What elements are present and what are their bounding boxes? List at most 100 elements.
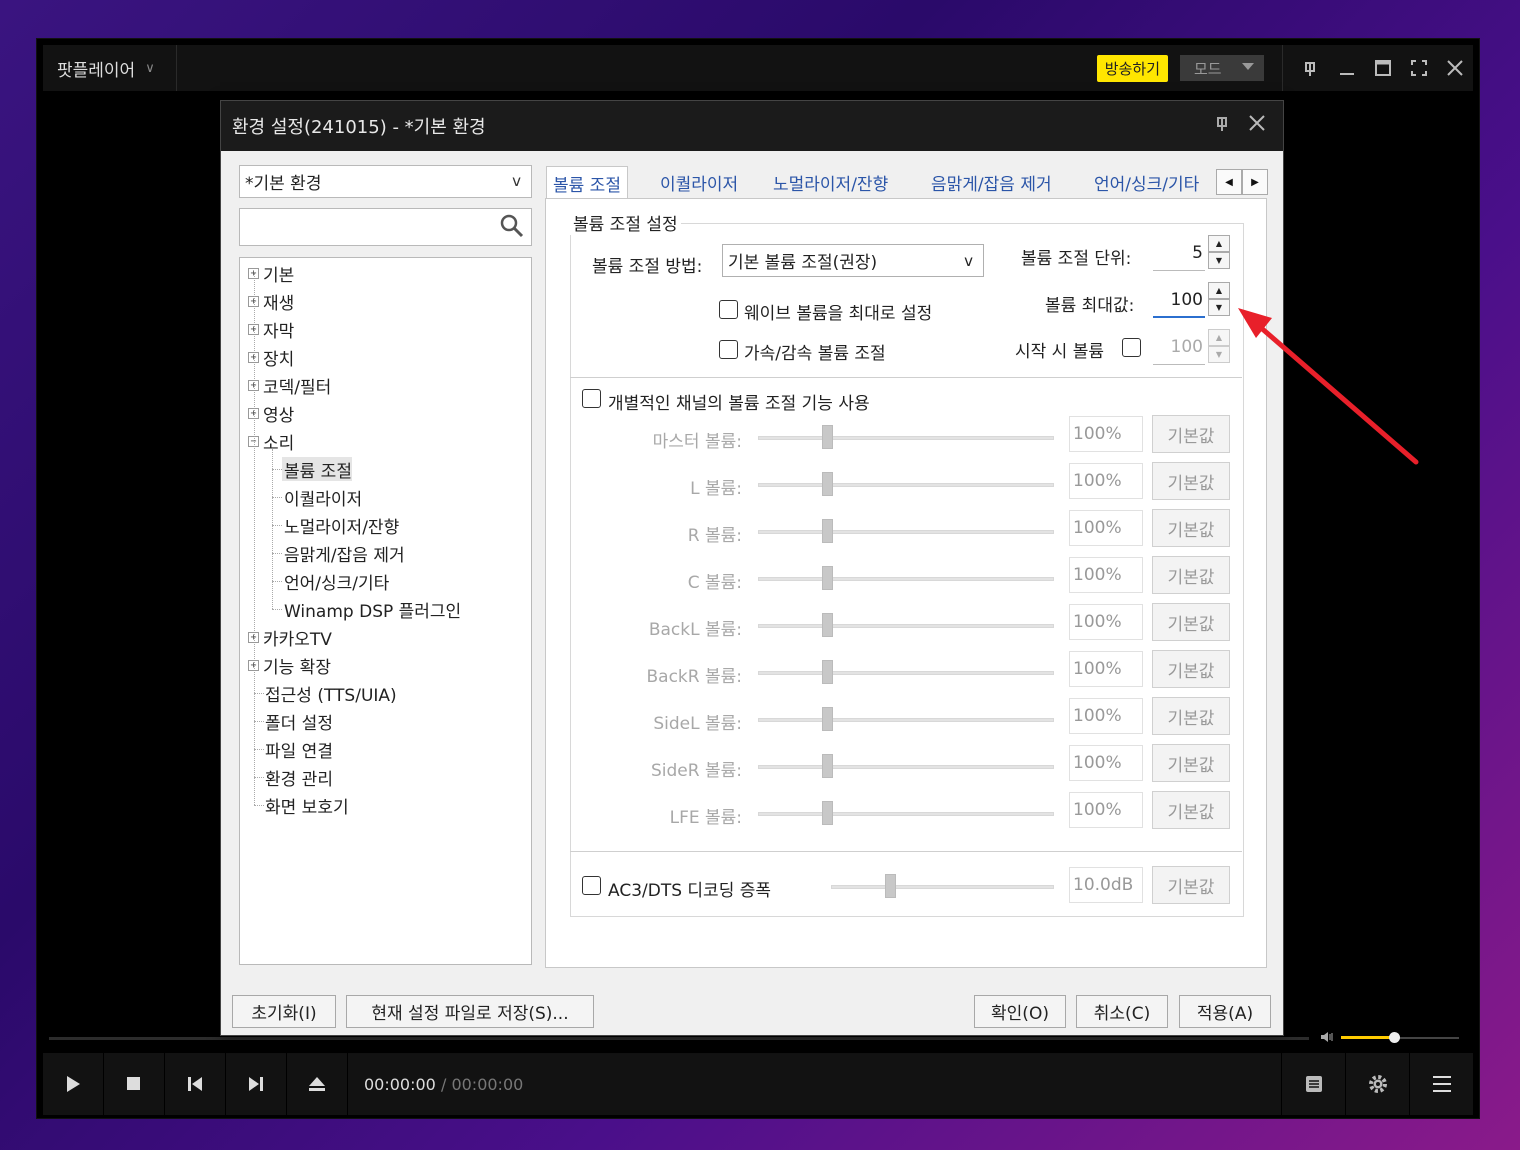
max-volume-value[interactable]: 100: [1153, 282, 1205, 318]
spin-down-icon[interactable]: ▼: [1208, 346, 1230, 363]
tree-item[interactable]: + 재생: [248, 289, 294, 314]
menu-icon[interactable]: [1409, 1053, 1473, 1115]
channel-volume-slider[interactable]: [758, 566, 1054, 590]
tree-item[interactable]: + 자막: [248, 317, 294, 342]
ok-button[interactable]: 확인(O): [974, 995, 1066, 1028]
slider-thumb[interactable]: [822, 425, 833, 449]
tab-noise-reduction[interactable]: 음맑게/잡음 제거: [925, 166, 1058, 199]
tab-volume[interactable]: 볼륨 조절: [546, 166, 628, 200]
tab-normalizer[interactable]: 노멀라이저/잔향: [767, 166, 894, 199]
minimize-icon[interactable]: [1329, 45, 1365, 91]
expand-icon[interactable]: +: [248, 407, 259, 419]
reset-button[interactable]: 초기화(I): [232, 995, 336, 1028]
unit-spinner[interactable]: 5 ▲ ▼: [1153, 235, 1230, 271]
channel-default-button[interactable]: 기본값: [1152, 509, 1230, 547]
channel-volume-slider[interactable]: [758, 613, 1054, 637]
channel-default-button[interactable]: 기본값: [1152, 462, 1230, 500]
slider-thumb[interactable]: [822, 519, 833, 543]
play-icon[interactable]: [43, 1053, 104, 1115]
gear-icon[interactable]: [1345, 1053, 1409, 1115]
tree-item[interactable]: + 기본: [248, 261, 294, 286]
ac3-default-button[interactable]: 기본값: [1152, 866, 1230, 904]
start-volume-spinner[interactable]: 100 ▲ ▼: [1153, 329, 1230, 365]
tree-item[interactable]: 환경 관리: [265, 765, 333, 790]
slider-thumb[interactable]: [822, 707, 833, 731]
tree-item[interactable]: + 장치: [248, 345, 294, 370]
tree-item[interactable]: 접근성 (TTS/UIA): [265, 681, 397, 706]
broadcast-button[interactable]: 방송하기: [1096, 54, 1168, 82]
channel-volume-slider[interactable]: [758, 660, 1054, 684]
expand-icon[interactable]: +: [248, 351, 259, 363]
app-menu[interactable]: 팟플레이어 ∨: [43, 45, 177, 91]
channel-default-button[interactable]: 기본값: [1152, 650, 1230, 688]
tree-item[interactable]: 파일 연결: [265, 737, 333, 762]
next-icon[interactable]: [226, 1053, 287, 1115]
channel-volume-slider[interactable]: [758, 519, 1054, 543]
eject-icon[interactable]: [287, 1053, 348, 1115]
search-input[interactable]: [239, 208, 532, 246]
tree-child-item[interactable]: 볼륨 조절: [282, 457, 352, 482]
apply-button[interactable]: 적용(A): [1179, 995, 1271, 1028]
tab-language-sync[interactable]: 언어/싱크/기타: [1088, 166, 1205, 199]
start-volume-value[interactable]: 100: [1153, 329, 1205, 365]
accel-checkbox[interactable]: [719, 340, 738, 359]
volume-slider[interactable]: [1319, 1028, 1459, 1048]
tab-equalizer[interactable]: 이퀄라이저: [654, 166, 744, 199]
channel-volume-slider[interactable]: [758, 707, 1054, 731]
speaker-icon[interactable]: [1319, 1029, 1335, 1049]
spin-up-icon[interactable]: ▲: [1208, 329, 1230, 346]
slider-thumb[interactable]: [885, 874, 896, 898]
tree-child-item[interactable]: Winamp DSP 플러그인: [282, 597, 461, 622]
tree-item[interactable]: + 코덱/필터: [248, 373, 331, 398]
close-icon[interactable]: [1437, 45, 1473, 91]
tree-item[interactable]: + 기능 확장: [248, 653, 331, 678]
tree-child-item[interactable]: 노멀라이저/잔향: [282, 513, 399, 538]
volume-knob[interactable]: [1389, 1032, 1400, 1043]
spin-up-icon[interactable]: ▲: [1208, 235, 1230, 252]
channel-volume-slider[interactable]: [758, 472, 1054, 496]
expand-icon[interactable]: +: [248, 323, 259, 335]
playlist-icon[interactable]: [1281, 1053, 1345, 1115]
expand-icon[interactable]: +: [248, 631, 259, 643]
channel-default-button[interactable]: 기본값: [1152, 556, 1230, 594]
slider-thumb[interactable]: [822, 566, 833, 590]
slider-thumb[interactable]: [822, 660, 833, 684]
tree-child-item[interactable]: 이퀄라이저: [282, 485, 362, 510]
search-icon[interactable]: [499, 213, 525, 243]
pin-icon[interactable]: [1293, 45, 1329, 91]
fullscreen-icon[interactable]: [1401, 45, 1437, 91]
channel-default-button[interactable]: 기본값: [1152, 697, 1230, 735]
per-channel-checkbox[interactable]: [582, 389, 601, 408]
channel-default-button[interactable]: 기본값: [1152, 415, 1230, 453]
tab-scroll-right-icon[interactable]: ▶: [1242, 169, 1268, 195]
expand-icon[interactable]: +: [248, 659, 259, 671]
channel-volume-slider[interactable]: [758, 754, 1054, 778]
max-volume-spinner[interactable]: 100 ▲ ▼: [1153, 282, 1230, 318]
close-icon[interactable]: [1247, 111, 1267, 139]
slider-thumb[interactable]: [822, 801, 833, 825]
tree-item[interactable]: + 카카오TV: [248, 625, 332, 650]
ac3-checkbox[interactable]: [582, 876, 601, 895]
tree-item[interactable]: 화면 보호기: [265, 793, 349, 818]
stop-icon[interactable]: [104, 1053, 165, 1115]
start-volume-checkbox[interactable]: [1122, 338, 1141, 357]
tree-child-item[interactable]: 음맑게/잡음 제거: [282, 541, 405, 566]
tab-scroll-left-icon[interactable]: ◀: [1216, 169, 1242, 195]
collapse-icon[interactable]: −: [248, 435, 259, 447]
pin-icon[interactable]: [1213, 113, 1233, 138]
tree-item[interactable]: + 영상: [248, 401, 294, 426]
channel-default-button[interactable]: 기본값: [1152, 603, 1230, 641]
spin-up-icon[interactable]: ▲: [1208, 282, 1230, 299]
method-dropdown[interactable]: 기본 볼륨 조절(권장) v: [722, 244, 984, 277]
profile-dropdown[interactable]: *기본 환경 v: [239, 165, 532, 198]
save-settings-file-button[interactable]: 현재 설정 파일로 저장(S)...: [346, 995, 594, 1028]
channel-default-button[interactable]: 기본값: [1152, 744, 1230, 782]
tree-child-item[interactable]: 언어/싱크/기타: [282, 569, 389, 594]
mode-dropdown[interactable]: 모드: [1180, 55, 1264, 81]
expand-icon[interactable]: +: [248, 267, 259, 279]
spin-down-icon[interactable]: ▼: [1208, 252, 1230, 269]
previous-icon[interactable]: [165, 1053, 226, 1115]
channel-default-button[interactable]: 기본값: [1152, 791, 1230, 829]
cancel-button[interactable]: 취소(C): [1076, 995, 1168, 1028]
slider-thumb[interactable]: [822, 754, 833, 778]
